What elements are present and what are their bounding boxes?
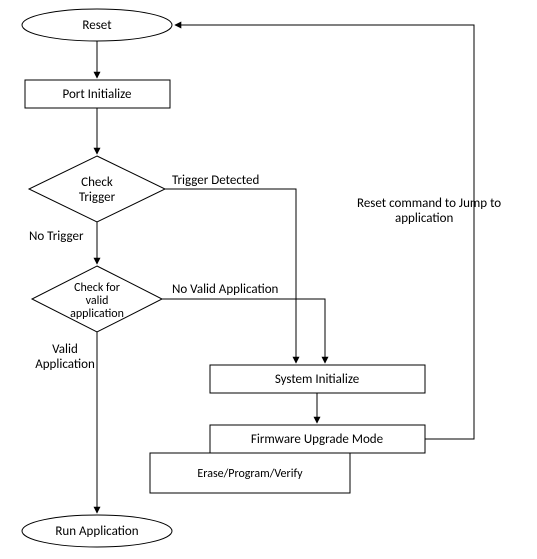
reset-cmd-label-2: application [395,211,453,226]
check-valid-label-3: application [70,307,124,321]
check-valid-label-1: Check for [74,281,120,295]
port-init-label: Port Initialize [63,87,132,102]
sys-init-label: System Initialize [275,372,359,387]
check-trigger-node: Check Trigger [29,156,165,222]
check-valid-node: Check for valid application [32,266,162,332]
fw-sub-node: Erase/Program/Verify [150,453,350,493]
port-init-node: Port Initialize [25,80,170,108]
edge-no-valid-app [162,299,325,363]
reset-node: Reset [22,9,172,41]
check-trigger-label-2: Trigger [79,190,116,205]
no-valid-app-label: No Valid Application [172,282,279,297]
check-valid-label-2: valid [86,294,109,308]
reset-cmd-label-1: Reset command to Jump to [357,196,501,211]
reset-label: Reset [82,18,112,33]
fw-mode-node: Firmware Upgrade Mode [210,425,425,453]
fw-sub-label: Erase/Program/Verify [197,467,303,481]
run-app-label: Run Application [55,524,138,539]
check-trigger-label-1: Check [81,175,113,190]
run-app-node: Run Application [22,515,172,547]
edge-trigger-detected [165,189,296,363]
valid-app-label-2: Application [35,357,95,372]
no-trigger-label: No Trigger [29,229,84,244]
sys-init-node: System Initialize [210,365,425,393]
fw-mode-label: Firmware Upgrade Mode [251,432,383,447]
valid-app-label-1: Valid [52,342,78,357]
trigger-detected-label: Trigger Detected [172,173,259,188]
